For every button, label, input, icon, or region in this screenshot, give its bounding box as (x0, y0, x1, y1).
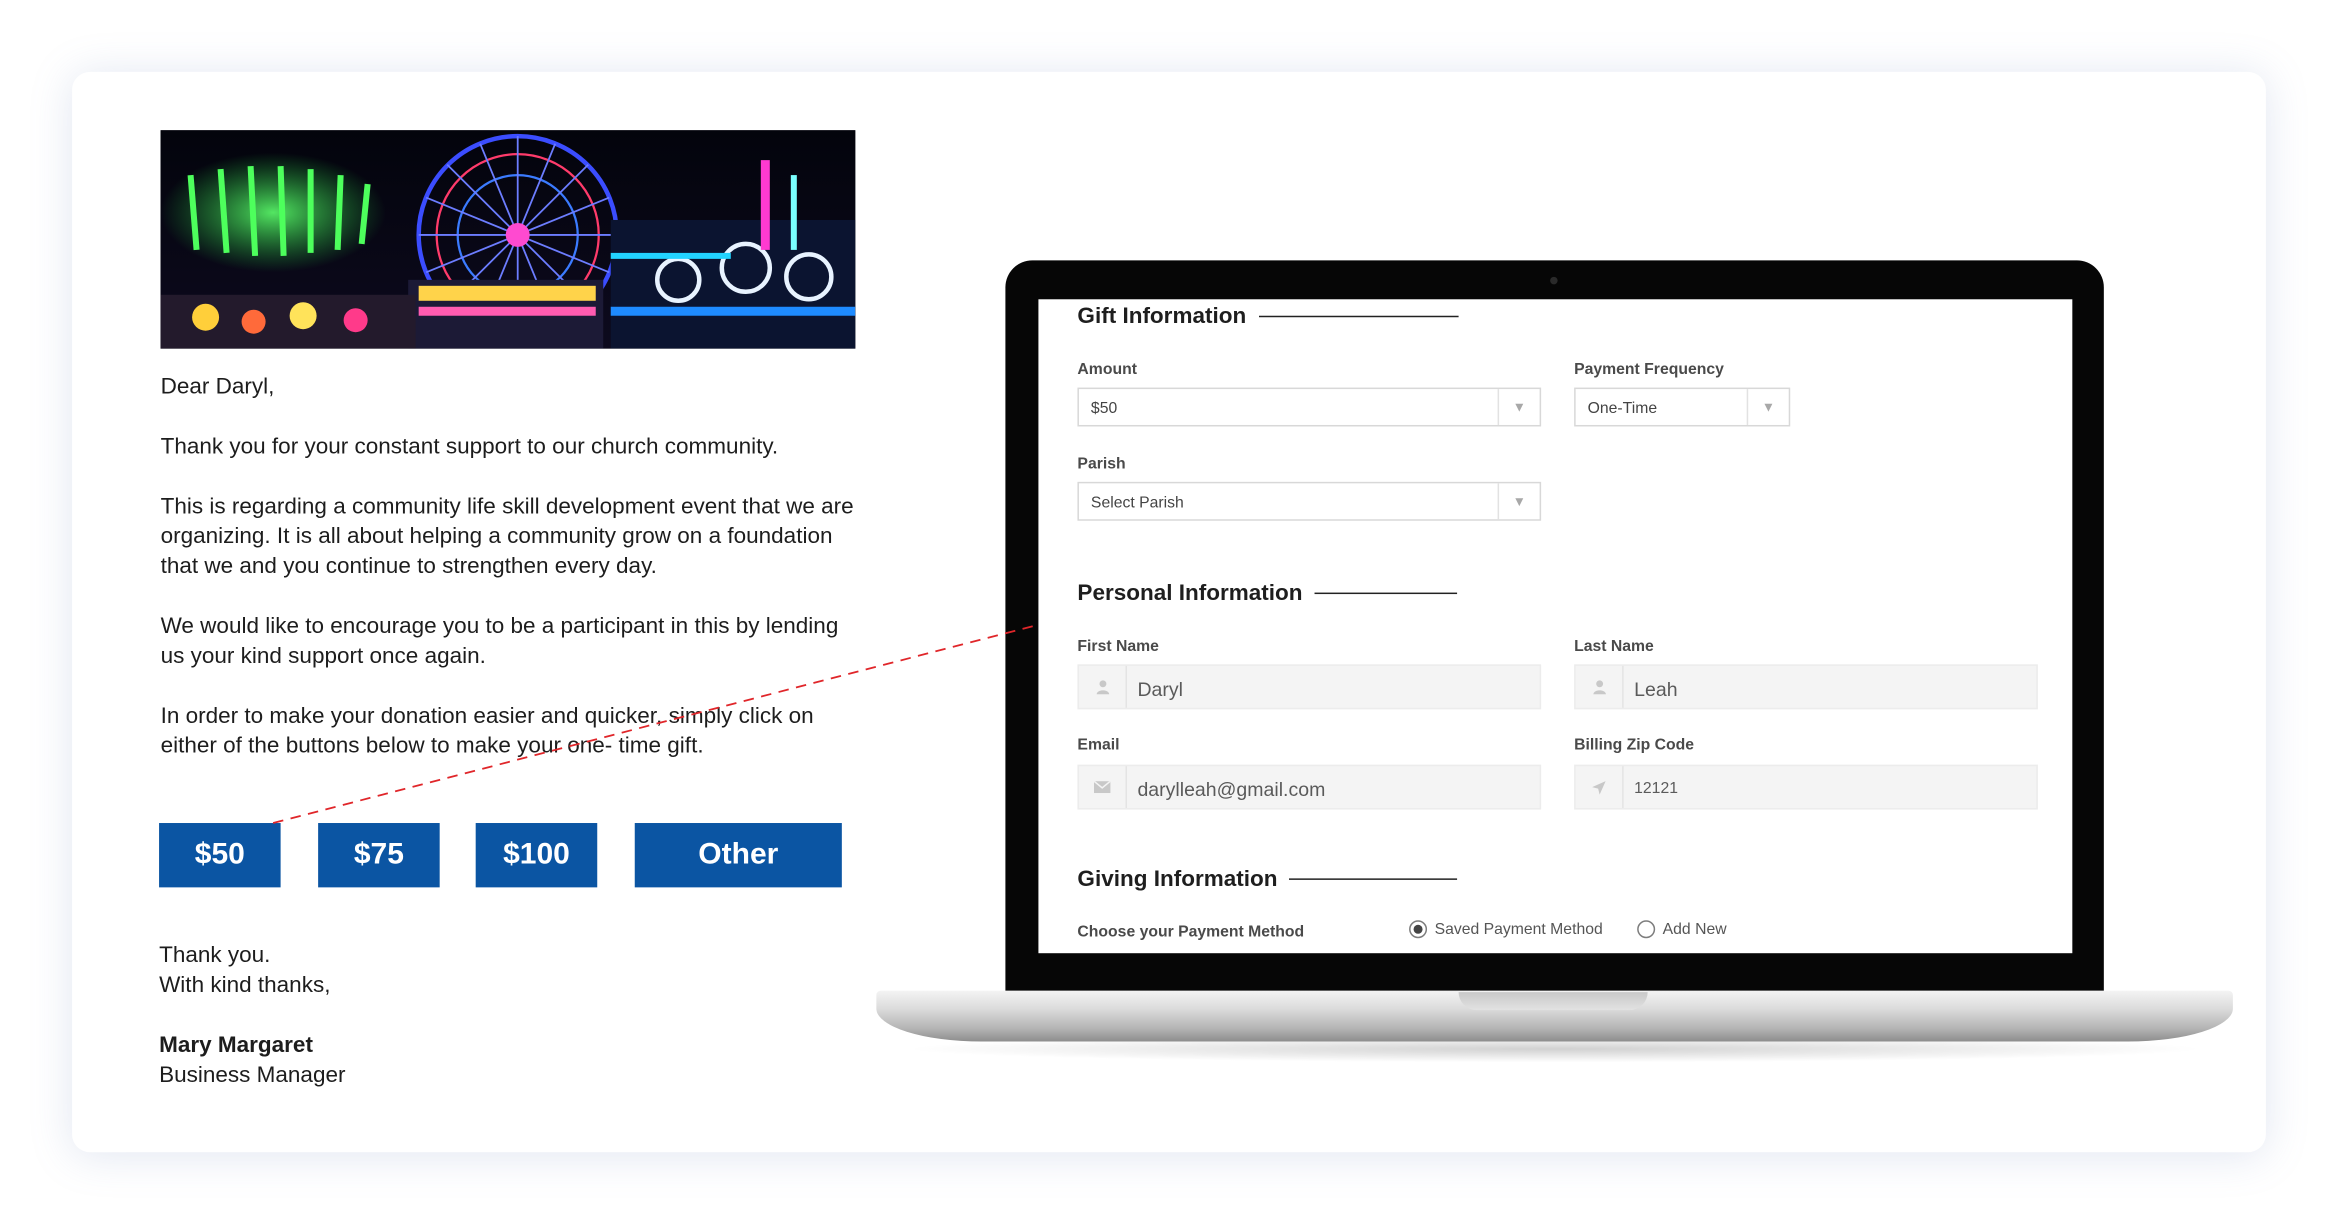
connector-dashed-line (272, 624, 1036, 824)
